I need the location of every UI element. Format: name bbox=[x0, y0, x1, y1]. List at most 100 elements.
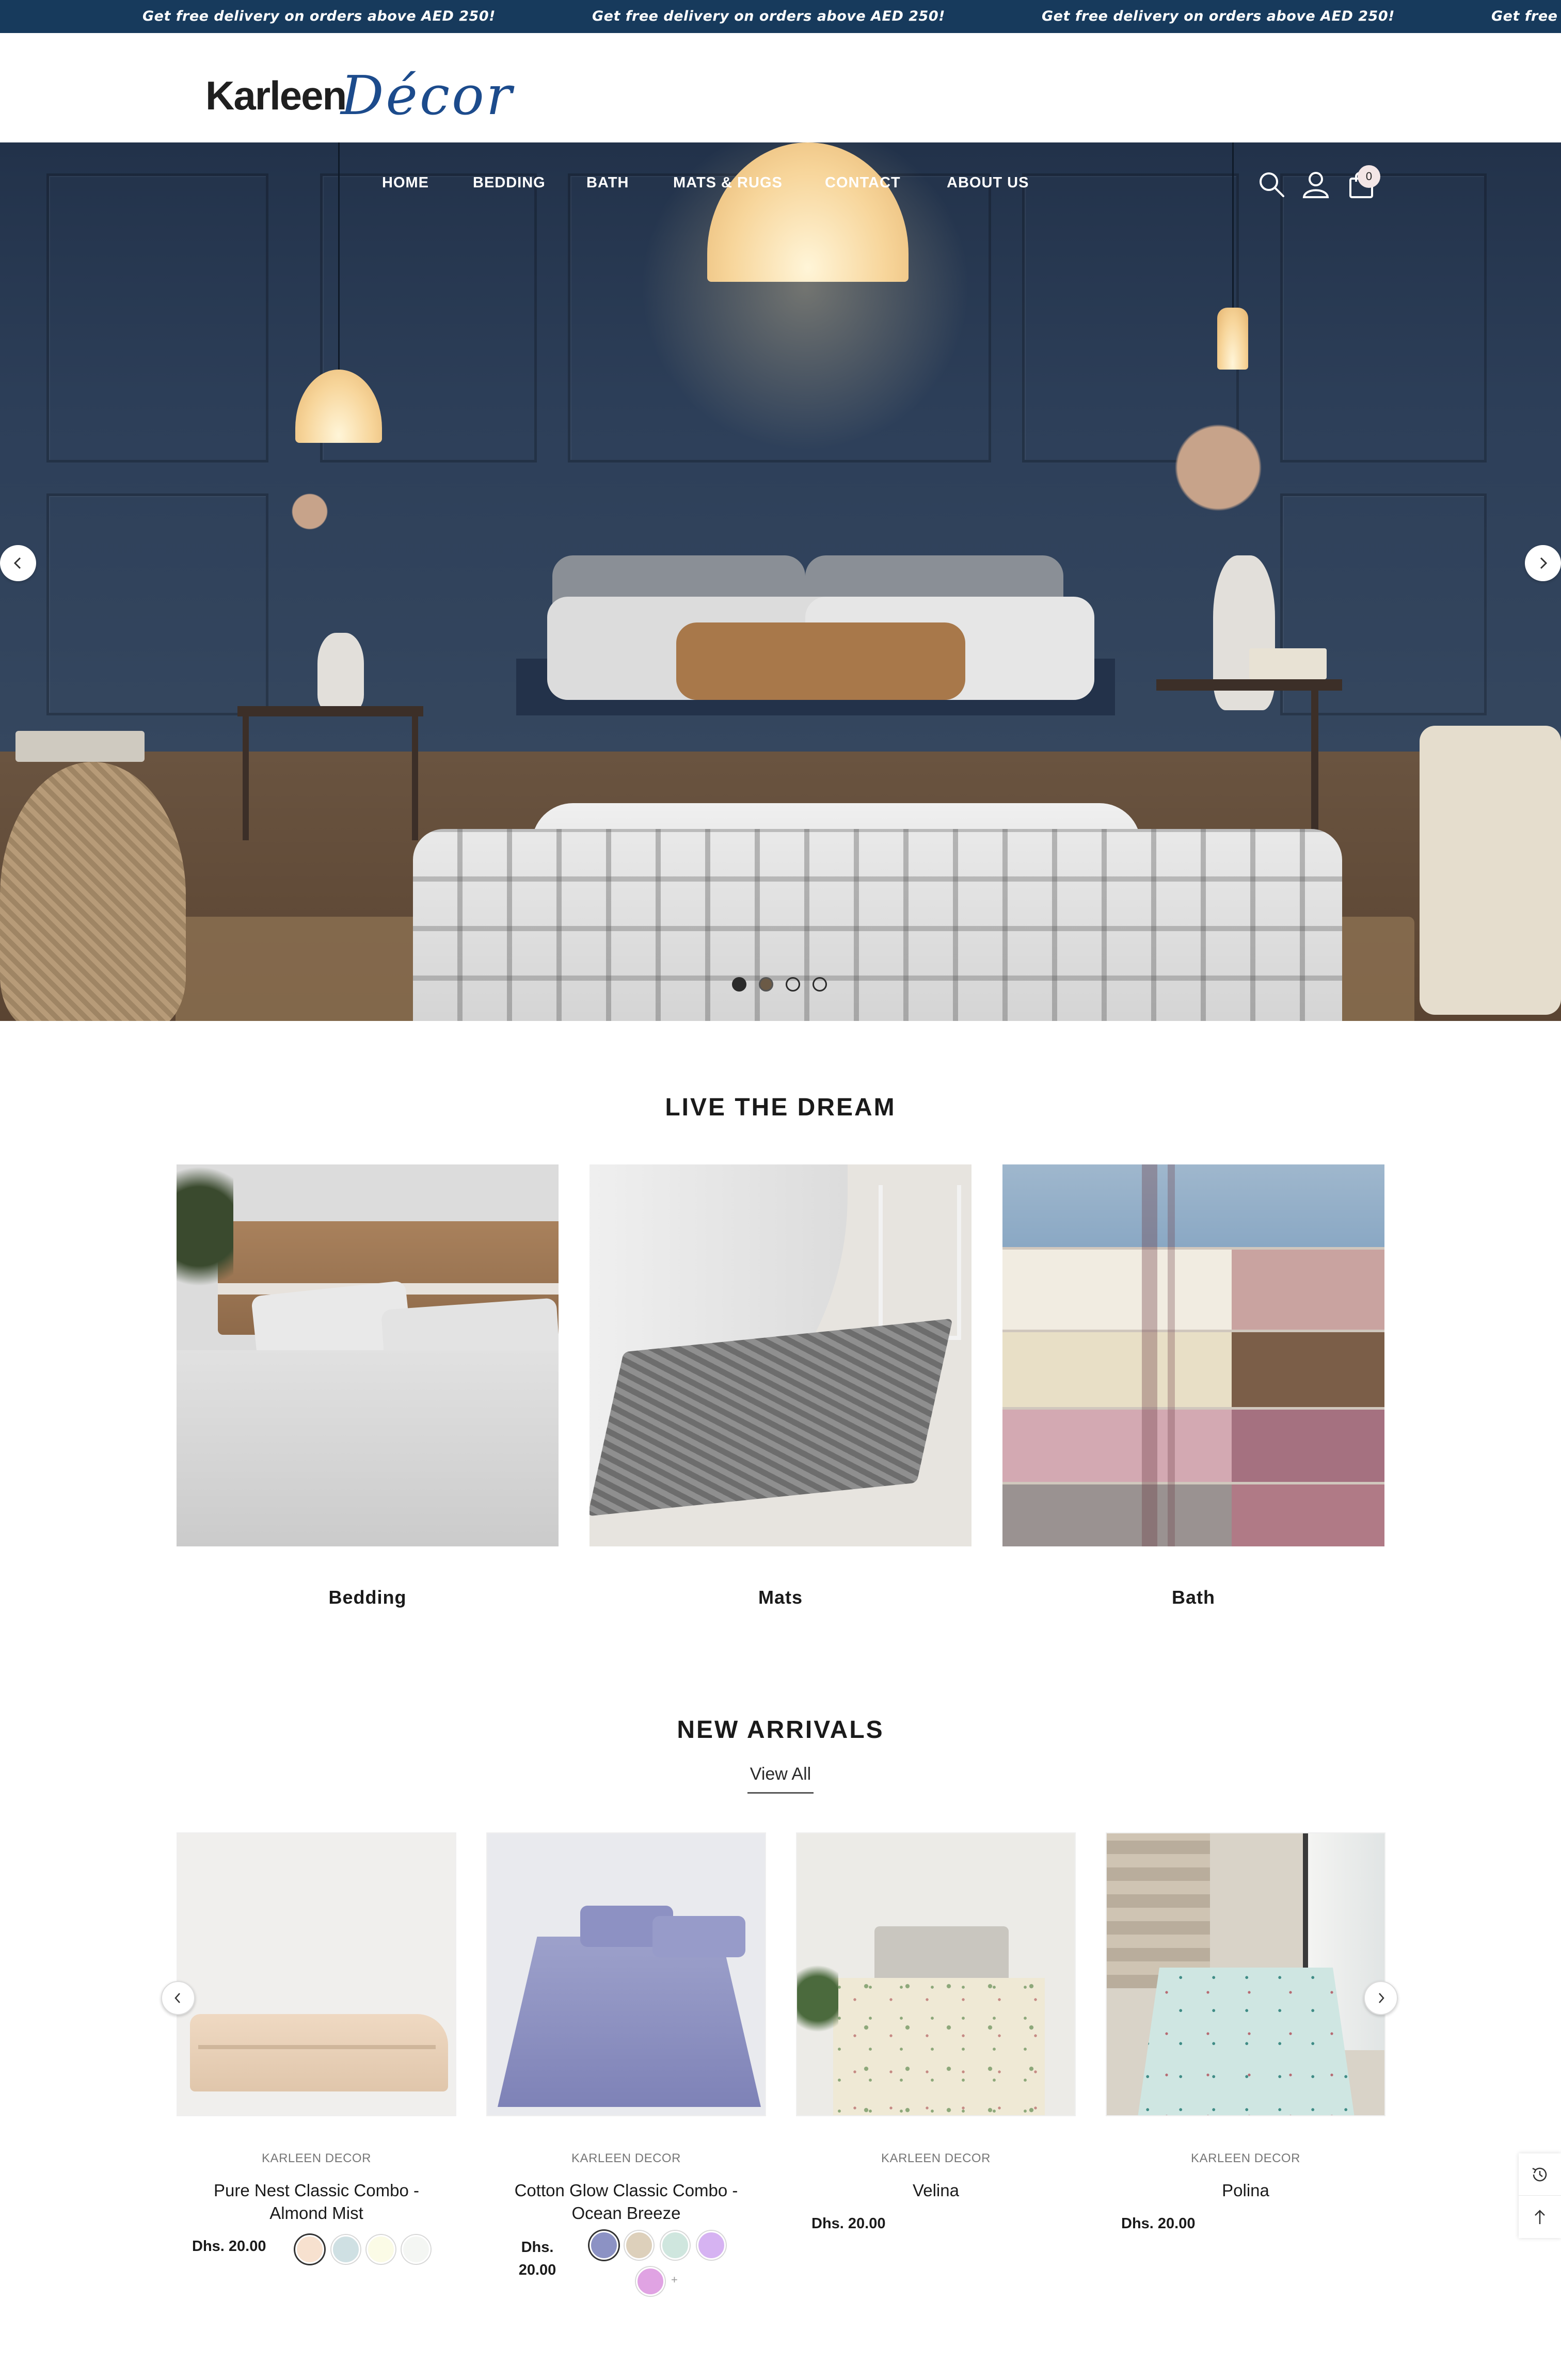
product-image[interactable] bbox=[796, 1832, 1076, 2116]
slide-dot[interactable] bbox=[786, 977, 800, 992]
announcement-text: Get free d bbox=[1491, 8, 1561, 24]
products-next-button[interactable] bbox=[1364, 1981, 1398, 2015]
product-vendor: KARLEEN DECOR bbox=[881, 2151, 991, 2165]
hero-next-button[interactable] bbox=[1525, 545, 1561, 581]
product-title[interactable]: Cotton Glow Classic Combo - Ocean Breeze bbox=[486, 2179, 766, 2225]
announcement-text: Get free delivery on orders above AED 25… bbox=[1042, 8, 1395, 24]
color-swatch[interactable] bbox=[331, 2235, 360, 2264]
fold-line bbox=[198, 2045, 436, 2049]
account-icon[interactable] bbox=[1301, 169, 1331, 199]
chevron-right-icon bbox=[1379, 1993, 1384, 2003]
towel-blue bbox=[1002, 1164, 1384, 1247]
color-swatch[interactable] bbox=[661, 2231, 690, 2260]
site-header: Karleen Décor bbox=[0, 33, 1561, 142]
chevron-left-icon bbox=[13, 557, 21, 569]
stool bbox=[879, 1185, 961, 1340]
slide-dot[interactable] bbox=[813, 977, 827, 992]
towel-grey bbox=[1002, 1484, 1384, 1546]
search-icon[interactable] bbox=[1256, 169, 1286, 199]
pendant-lamp bbox=[1217, 308, 1248, 370]
color-swatch[interactable] bbox=[402, 2235, 431, 2264]
product-title[interactable]: Velina bbox=[796, 2179, 1076, 2202]
logo-script: Décor bbox=[341, 64, 514, 127]
side-table bbox=[1156, 679, 1342, 691]
product-title[interactable]: Pure Nest Classic Combo - Almond Mist bbox=[177, 2179, 456, 2225]
category-image-bath[interactable] bbox=[1002, 1164, 1384, 1546]
product-vendor: KARLEEN DECOR bbox=[1191, 2151, 1300, 2165]
side-table-leg bbox=[412, 716, 418, 840]
recently-viewed-button[interactable] bbox=[1519, 2153, 1561, 2196]
color-swatch[interactable] bbox=[697, 2231, 726, 2260]
color-swatch[interactable] bbox=[367, 2235, 395, 2264]
product-vendor: KARLEEN DECOR bbox=[571, 2151, 681, 2165]
categories-title: LIVE THE DREAM bbox=[665, 1094, 896, 1121]
chevron-right-icon bbox=[1540, 557, 1548, 569]
main-nav: HOME BEDDING BATH MATS & RUGS CONTACT AB… bbox=[0, 142, 1561, 225]
floral-bedding bbox=[833, 1978, 1045, 2115]
pillow bbox=[652, 1916, 745, 1957]
product-price: 20.00 bbox=[518, 2262, 556, 2278]
towel-rose bbox=[1002, 1410, 1384, 1482]
product-price: Dhs. bbox=[521, 2239, 554, 2256]
nav-mats-rugs[interactable]: MATS & RUGS bbox=[673, 174, 783, 191]
product-image[interactable] bbox=[177, 1832, 456, 2116]
back-to-top-icon bbox=[1535, 2210, 1545, 2224]
color-swatch[interactable] bbox=[625, 2231, 654, 2260]
hero-prev-button[interactable] bbox=[0, 545, 36, 581]
side-table bbox=[237, 706, 423, 716]
bed-sheet bbox=[177, 1350, 559, 1546]
side-tools bbox=[1519, 2153, 1561, 2238]
product-price: Dhs. 20.00 bbox=[811, 2215, 886, 2232]
nav-home[interactable]: HOME bbox=[382, 174, 429, 191]
category-label-bath[interactable]: Bath bbox=[1002, 1587, 1384, 1608]
nav-bath[interactable]: BATH bbox=[586, 174, 629, 191]
bed-sheet bbox=[498, 1937, 761, 2107]
product-price: Dhs. 20.00 bbox=[192, 2238, 266, 2255]
bed-throw bbox=[413, 829, 1342, 1021]
category-label-bedding[interactable]: Bedding bbox=[177, 1587, 559, 1608]
nav-contact[interactable]: CONTACT bbox=[825, 174, 901, 191]
nav-about-us[interactable]: ABOUT US bbox=[947, 174, 1029, 191]
side-table-leg bbox=[243, 716, 249, 840]
folded-duvet bbox=[190, 2014, 448, 2091]
product-vendor: KARLEEN DECOR bbox=[262, 2151, 371, 2165]
towel-stripe bbox=[1142, 1164, 1157, 1546]
category-image-bedding[interactable] bbox=[177, 1164, 559, 1546]
towel-stripe bbox=[1168, 1164, 1175, 1546]
stone-wall bbox=[1107, 1833, 1210, 1988]
dried-flowers bbox=[268, 473, 351, 550]
chevron-left-icon bbox=[174, 1993, 180, 2003]
dried-flowers bbox=[1130, 364, 1306, 571]
books bbox=[15, 731, 145, 762]
plant bbox=[797, 1947, 838, 2050]
vase bbox=[317, 633, 364, 710]
plant bbox=[177, 1164, 233, 1319]
announcement-bar: Get free delivery on orders above AED 25… bbox=[0, 0, 1561, 33]
slide-dot[interactable] bbox=[759, 977, 773, 992]
logo-wordmark: Karleen bbox=[205, 73, 347, 118]
product-title[interactable]: Polina bbox=[1106, 2179, 1385, 2202]
product-image[interactable] bbox=[1106, 1832, 1385, 2116]
logo[interactable]: Karleen Décor bbox=[205, 54, 512, 127]
new-arrivals-title: NEW ARRIVALS bbox=[677, 1716, 884, 1744]
recently-viewed-icon bbox=[1532, 2167, 1547, 2181]
patterned-bedding bbox=[1138, 1968, 1355, 2115]
back-to-top-button[interactable] bbox=[1519, 2196, 1561, 2238]
color-swatch[interactable] bbox=[636, 2267, 665, 2296]
wall-panel bbox=[46, 493, 268, 715]
pouf bbox=[0, 762, 186, 1021]
view-all-link[interactable]: View All bbox=[729, 1764, 832, 1784]
hero-banner bbox=[0, 142, 1561, 1021]
category-image-mats[interactable] bbox=[590, 1164, 971, 1546]
products-prev-button[interactable] bbox=[161, 1981, 195, 2015]
slide-dot[interactable] bbox=[732, 977, 746, 992]
stool bbox=[1420, 726, 1561, 1015]
more-swatches-indicator[interactable]: + bbox=[671, 2273, 678, 2287]
category-label-mats[interactable]: Mats bbox=[590, 1587, 971, 1608]
product-image[interactable] bbox=[486, 1832, 766, 2116]
towel-pink bbox=[1002, 1250, 1384, 1330]
announcement-text: Get free delivery on orders above AED 25… bbox=[142, 8, 496, 24]
nav-bedding[interactable]: BEDDING bbox=[473, 174, 546, 191]
color-swatch[interactable] bbox=[590, 2231, 618, 2260]
color-swatch[interactable] bbox=[295, 2235, 324, 2264]
